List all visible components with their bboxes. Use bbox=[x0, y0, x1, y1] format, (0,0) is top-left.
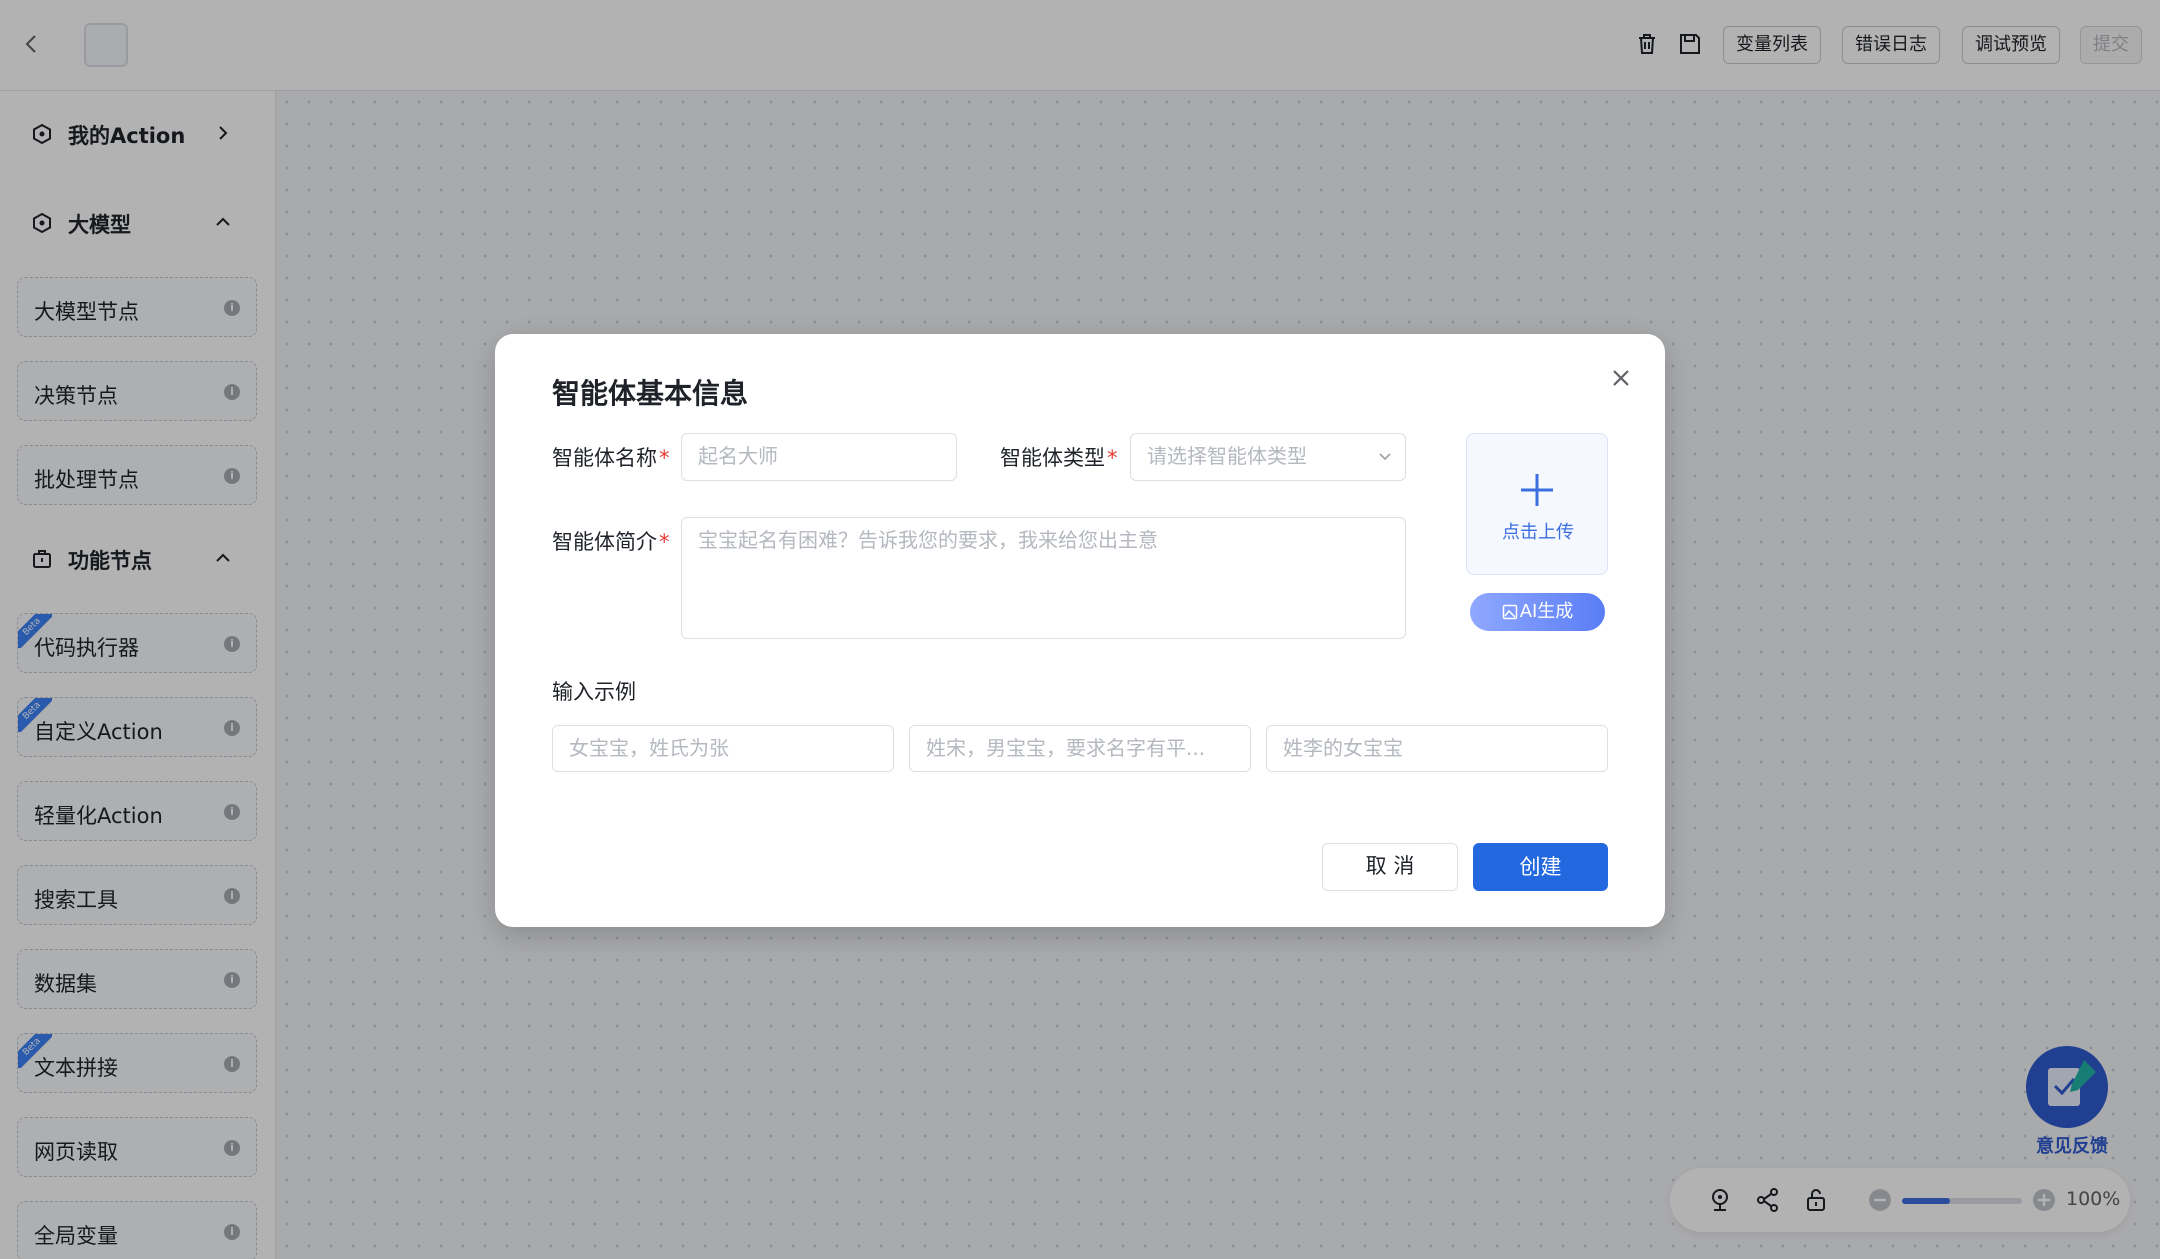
examples-label: 输入示例 bbox=[552, 680, 636, 704]
plus-icon bbox=[1521, 474, 1553, 506]
name-field-label: 智能体名称* bbox=[552, 446, 670, 470]
chevron-down-icon bbox=[1379, 453, 1391, 461]
create-button[interactable]: 创建 bbox=[1473, 843, 1608, 891]
type-select-placeholder: 请选择智能体类型 bbox=[1147, 444, 1307, 468]
ai-generate-label: AI生成 bbox=[1519, 601, 1574, 622]
upload-label: 点击上传 bbox=[1502, 522, 1574, 543]
example-input-3[interactable]: 姓李的女宝宝 bbox=[1266, 725, 1608, 772]
cancel-button[interactable]: 取 消 bbox=[1322, 843, 1458, 891]
ai-generate-button[interactable]: AI生成 bbox=[1470, 593, 1605, 631]
close-icon[interactable] bbox=[1608, 365, 1634, 391]
agent-description-textarea[interactable]: 宝宝起名有困难？告诉我您的要求，我来给您出主意 bbox=[681, 517, 1406, 639]
agent-name-input[interactable]: 起名大师 bbox=[681, 433, 957, 481]
agent-type-select[interactable]: 请选择智能体类型 bbox=[1130, 433, 1406, 481]
avatar-upload[interactable]: 点击上传 bbox=[1466, 433, 1608, 575]
type-field-label: 智能体类型* bbox=[1000, 446, 1118, 470]
agent-info-dialog: 智能体基本信息 智能体名称* 起名大师 智能体类型* 请选择智能体类型 点击上传… bbox=[495, 334, 1665, 927]
example-input-1[interactable]: 女宝宝，姓氏为张 bbox=[552, 725, 894, 772]
image-icon bbox=[1502, 604, 1517, 620]
dialog-title: 智能体基本信息 bbox=[552, 377, 749, 410]
example-input-2[interactable]: 姓宋，男宝宝，要求名字有平... bbox=[909, 725, 1251, 772]
desc-field-label: 智能体简介* bbox=[552, 530, 670, 554]
